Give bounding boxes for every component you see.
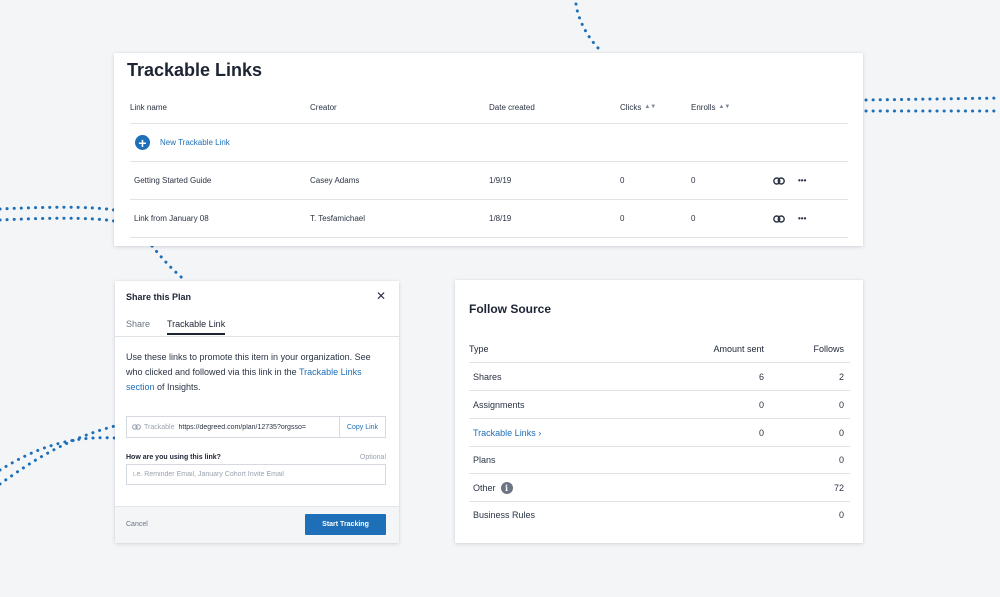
share-plan-dialog: Share this Plan ✕ Share Trackable Link U…: [115, 281, 399, 543]
table-row: Assignments 0 0: [469, 391, 850, 419]
table-row: Plans 0: [469, 446, 850, 474]
new-trackable-link-row[interactable]: + New Trackable Link: [130, 124, 848, 162]
link-name-cell: Link from January 08: [134, 214, 209, 223]
table-header-row: Link name Creator Date created Clicks ▲▼…: [130, 91, 848, 124]
url-prefix: Trackable: [127, 424, 174, 431]
type-cell: Assignments: [473, 399, 525, 410]
url-prefix-label: Trackable: [144, 423, 175, 431]
follows-cell: 2: [838, 371, 844, 382]
share-description: Use these links to promote this item in …: [126, 350, 378, 395]
type-label: Other: [473, 482, 496, 493]
trackable-links-link[interactable]: Trackable Links ›: [473, 419, 541, 446]
purpose-label: How are you using this link?: [126, 454, 221, 461]
table-row: Business Rules 0: [469, 501, 850, 529]
description-text-end: of Insights.: [154, 382, 201, 392]
type-cell: Plans: [473, 454, 496, 465]
new-trackable-link-button[interactable]: + New Trackable Link: [135, 124, 230, 161]
follows-cell: 72: [833, 482, 844, 493]
enrolls-cell: 0: [691, 176, 696, 185]
sort-icon[interactable]: ▲▼: [644, 104, 656, 110]
follows-cell: 0: [838, 399, 844, 410]
clicks-cell: 0: [620, 176, 625, 185]
table-row: Other i 72: [469, 474, 850, 502]
new-trackable-link-label: New Trackable Link: [160, 138, 230, 147]
link-icon[interactable]: [773, 200, 785, 237]
type-cell: Business Rules: [473, 510, 536, 520]
date-cell: 1/8/19: [489, 214, 512, 223]
amount-cell: 0: [758, 427, 764, 438]
info-icon[interactable]: i: [500, 481, 513, 494]
trackable-links-title: Trackable Links: [127, 60, 263, 80]
column-header-link-name: Link name: [130, 102, 167, 112]
column-header-date-created: Date created: [489, 102, 535, 112]
follows-cell: 0: [838, 427, 844, 438]
tab-bar: Share Trackable Link: [115, 315, 399, 337]
copy-link-button[interactable]: Copy Link: [339, 417, 385, 437]
trackable-url[interactable]: https://degreed.com/plan/12735?orgsso=: [178, 424, 328, 431]
trackable-url-field[interactable]: Trackable https://degreed.com/plan/12735…: [126, 416, 386, 438]
follows-cell: 0: [838, 510, 844, 520]
type-cell: Shares: [473, 371, 502, 382]
dialog-footer: Cancel Start Tracking: [115, 506, 399, 543]
table-row: Link from January 08 T. Tesfamichael 1/8…: [130, 200, 848, 238]
table-row: Trackable Links › 0 0: [469, 419, 850, 447]
more-options-icon[interactable]: •••: [798, 162, 806, 199]
column-header-amount-sent: Amount sent: [713, 343, 764, 354]
amount-cell: 6: [758, 371, 764, 382]
column-header-clicks[interactable]: Clicks ▲▼: [620, 91, 656, 123]
creator-cell: T. Tesfamichael: [310, 214, 365, 223]
follow-source-card: Follow Source Type Amount sent Follows S…: [455, 280, 863, 543]
sort-icon[interactable]: ▲▼: [718, 104, 730, 110]
clicks-cell: 0: [620, 214, 625, 223]
column-header-follows: Follows: [813, 343, 844, 354]
column-header-creator: Creator: [310, 102, 337, 112]
dialog-title: Share this Plan: [126, 292, 192, 302]
purpose-input[interactable]: [126, 464, 386, 485]
tab-trackable-link[interactable]: Trackable Link: [167, 319, 226, 335]
start-tracking-button[interactable]: Start Tracking: [305, 514, 386, 535]
table-row: Shares 6 2: [469, 363, 850, 391]
column-header-enrolls[interactable]: Enrolls ▲▼: [691, 91, 730, 123]
creator-cell: Casey Adams: [310, 176, 360, 185]
date-cell: 1/9/19: [489, 176, 512, 185]
trackable-links-card: Trackable Links Link name Creator Date c…: [114, 53, 863, 246]
close-icon[interactable]: ✕: [376, 289, 386, 303]
amount-cell: 0: [758, 399, 764, 410]
column-header-clicks-label: Clicks: [620, 102, 642, 112]
optional-label: Optional: [359, 454, 386, 461]
follow-source-title: Follow Source: [469, 302, 552, 316]
link-icon[interactable]: [773, 162, 785, 199]
link-icon: [132, 424, 141, 430]
table-row: Getting Started Guide Casey Adams 1/9/19…: [130, 162, 848, 200]
cancel-button[interactable]: Cancel: [126, 521, 148, 528]
tab-share[interactable]: Share: [126, 319, 150, 329]
link-name-cell: Getting Started Guide: [134, 176, 212, 185]
column-header-type: Type: [469, 343, 489, 354]
table-header-row: Type Amount sent Follows: [469, 335, 850, 363]
column-header-enrolls-label: Enrolls: [691, 102, 716, 112]
follows-cell: 0: [838, 454, 844, 465]
plus-circle-icon: +: [135, 135, 150, 150]
type-cell: Other i: [473, 474, 513, 501]
more-options-icon[interactable]: •••: [798, 200, 806, 237]
enrolls-cell: 0: [691, 214, 696, 223]
